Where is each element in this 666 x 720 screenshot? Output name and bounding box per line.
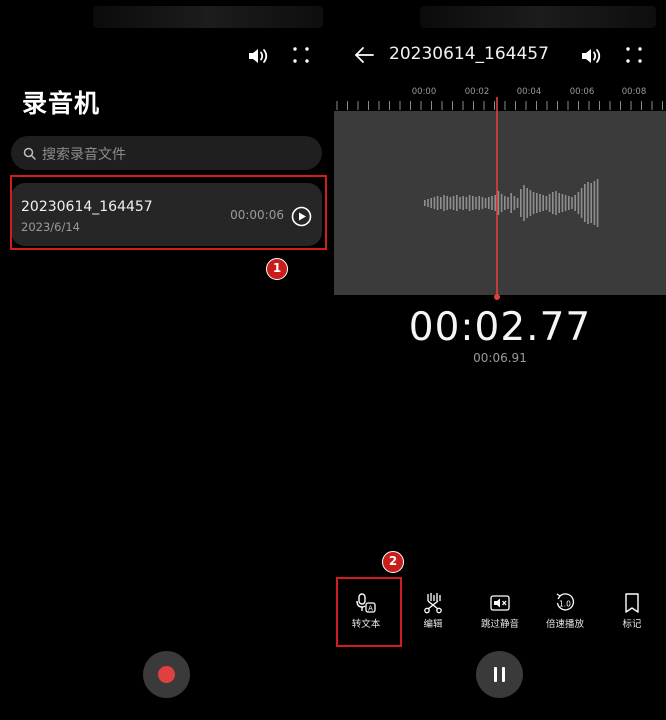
waveform-bar <box>555 191 557 215</box>
more-options-icon[interactable] <box>292 46 310 64</box>
pause-icon <box>494 667 505 682</box>
mark-button[interactable]: 标记 <box>599 592 665 630</box>
waveform-bar <box>539 194 541 212</box>
waveform-bar <box>510 193 512 213</box>
waveform-bar <box>472 196 474 210</box>
playback-speed-icon: 1.0 <box>556 593 575 611</box>
waveform-bar <box>548 194 551 212</box>
playhead[interactable] <box>492 97 502 302</box>
waveform-bar <box>593 181 596 225</box>
ruler-label: 00:00 <box>411 87 437 97</box>
waveform-bar <box>430 198 432 208</box>
search-icon <box>23 147 36 160</box>
waveform-bar <box>481 197 484 209</box>
blurred-status-bar <box>420 6 656 28</box>
current-time: 00:02.77 <box>408 305 592 350</box>
ruler-label: 00:02 <box>464 87 490 97</box>
waveform-bar <box>536 193 538 213</box>
tool-label: 编辑 <box>423 619 443 630</box>
waveform-bar <box>449 197 452 209</box>
waveform-bar <box>475 197 477 209</box>
bookmark-icon <box>625 593 639 613</box>
recordings-list-screen: 录音机 搜索录音文件 20230614_164457 2023/6/14 00:… <box>0 0 330 720</box>
waveform-bar <box>584 184 586 222</box>
playback-speed-button[interactable]: 1.0 倍速播放 <box>532 592 598 630</box>
waveform-bar <box>459 197 461 209</box>
waveform-bar <box>561 194 564 212</box>
tool-label: 跳过静音 <box>480 619 519 630</box>
record-dot-icon <box>158 666 175 683</box>
waveform-bar <box>577 192 580 214</box>
waveform-bar <box>571 197 573 209</box>
waveform-bar <box>433 197 436 209</box>
page-title: 录音机 <box>22 89 101 118</box>
waveform-bar <box>520 189 522 217</box>
more-options-icon[interactable] <box>625 46 643 64</box>
waveform-bar <box>513 196 516 210</box>
waveform-bar <box>446 196 448 210</box>
waveform-bar <box>568 196 570 210</box>
speaker-icon[interactable] <box>247 46 271 66</box>
record-button[interactable] <box>143 651 190 698</box>
ruler-label: 00:06 <box>569 87 595 97</box>
step-badge-1: 1 <box>266 258 288 280</box>
highlight-box-speech-to-text <box>336 577 402 647</box>
skip-silence-button[interactable]: 跳过静音 <box>467 592 533 630</box>
waveform-bar <box>574 195 576 211</box>
waveform-bar <box>532 192 535 214</box>
waveform-bar <box>478 196 480 210</box>
tool-label: 标记 <box>622 619 642 630</box>
total-time: 00:06.91 <box>473 351 527 365</box>
waveform-bar <box>558 193 560 213</box>
step-badge-2: 2 <box>382 551 404 573</box>
waveform-bar <box>580 188 583 218</box>
waveform-bar <box>596 179 599 227</box>
ruler-label: 00:08 <box>621 87 647 97</box>
waveform-bar <box>424 200 426 206</box>
waveform-bar <box>552 192 554 214</box>
waveform-bar <box>465 197 468 209</box>
waveform-bar <box>440 197 442 209</box>
pause-button[interactable] <box>476 651 523 698</box>
waveform-bar <box>456 195 458 211</box>
waveform-bar <box>443 195 445 211</box>
waveform-bar <box>516 198 519 208</box>
search-placeholder: 搜索录音文件 <box>42 147 126 163</box>
waveform-bar <box>523 185 525 221</box>
tool-label: 倍速播放 <box>545 619 584 630</box>
waveform-bar <box>452 196 455 210</box>
recording-title: 20230614_164457 <box>389 44 549 64</box>
speaker-icon[interactable] <box>580 46 604 66</box>
blurred-status-bar <box>93 6 323 28</box>
waveform-bar <box>462 196 464 210</box>
ruler-label: 00:04 <box>516 87 542 97</box>
waveform-bar <box>507 197 509 209</box>
skip-silence-icon <box>490 595 510 611</box>
waveform-bar <box>484 198 487 208</box>
speed-value: 1.0 <box>559 600 571 609</box>
waveform-bar <box>488 197 490 209</box>
waveform-bar <box>526 188 528 218</box>
waveform-bar <box>545 196 548 210</box>
edit-button[interactable]: 编辑 <box>400 592 466 630</box>
waveform-bar <box>529 190 532 216</box>
search-field[interactable]: 搜索录音文件 <box>11 136 322 170</box>
playback-screen: 20230614_164457 00:00 00:02 00:04 00:06 … <box>334 0 666 720</box>
waveform-bar <box>504 196 506 210</box>
back-arrow-icon[interactable] <box>353 45 375 65</box>
waveform-bar <box>587 182 589 224</box>
scissors-icon <box>424 593 442 614</box>
waveform-bar <box>436 196 439 210</box>
highlight-box-recording <box>10 175 327 250</box>
waveform-bar <box>427 199 429 207</box>
waveform-bar <box>542 195 544 211</box>
waveform-bar <box>564 195 567 211</box>
waveform-bar <box>590 183 592 223</box>
waveform-bar <box>468 195 471 211</box>
